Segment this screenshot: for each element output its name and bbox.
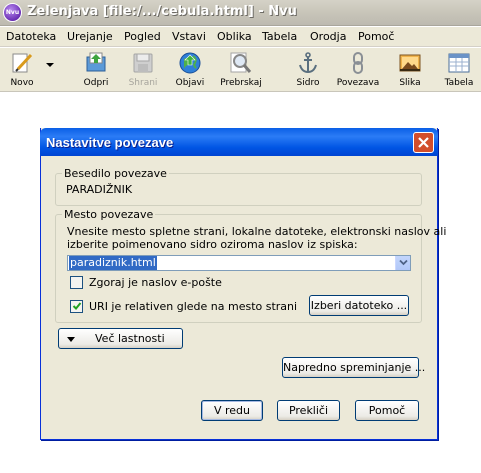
choose-file-button[interactable]: Izberi datoteko ... — [309, 295, 409, 316]
anchor-button-label: Sidro — [296, 78, 320, 88]
help-button[interactable]: Pomoč — [355, 400, 419, 421]
browse-button-label: Prebrskaj — [220, 78, 262, 88]
menu-urejanje[interactable]: Urejanje — [67, 30, 113, 43]
cancel-button[interactable]: Prekliči — [277, 400, 340, 421]
save-button[interactable]: Shrani — [123, 50, 163, 90]
url-combo-dropdown-button[interactable] — [395, 256, 410, 270]
table-button-label: Tabela — [444, 78, 474, 88]
open-button[interactable]: Odpri — [74, 50, 118, 90]
close-button[interactable] — [413, 132, 434, 153]
anchor-button[interactable]: Sidro — [290, 50, 326, 90]
table-button[interactable]: Tabela — [440, 50, 478, 90]
email-address-checkbox[interactable] — [70, 276, 83, 289]
menu-orodja[interactable]: Orodja — [310, 30, 346, 43]
location-instruction-line1: Vnesite mesto spletne strani, lokalne da… — [67, 225, 447, 238]
location-instruction-line2: izberite poimenovano sidro oziroma naslo… — [67, 238, 358, 251]
email-address-label: Zgoraj je naslov e-pošte — [89, 276, 222, 289]
relative-uri-checkbox[interactable] — [70, 300, 83, 313]
menu-pogled[interactable]: Pogled — [124, 30, 161, 43]
menu-oblika[interactable]: Oblika — [217, 30, 252, 43]
save-disk-icon — [133, 53, 153, 73]
save-button-label: Shrani — [128, 78, 158, 88]
browse-button[interactable]: Prebrskaj — [216, 50, 266, 90]
window-title: Zelenjava [file:/.../cebula.html] - Nvu — [27, 4, 297, 19]
expand-arrow-icon — [67, 337, 75, 342]
link-location-legend: Mesto povezave — [62, 208, 156, 221]
image-button-label: Slika — [399, 78, 421, 88]
url-input-value[interactable]: paradiznik.html — [69, 256, 157, 270]
link-properties-dialog: Nastavitve povezave Besedilo povezave PA… — [40, 128, 446, 440]
open-button-label: Odpri — [83, 78, 109, 88]
composition-toolbar: Novo Odpri Shrani Objavi Prebrskaj Sidro… — [0, 48, 481, 92]
publish-button[interactable]: Objavi — [170, 50, 210, 90]
dialog-title-bar[interactable]: Nastavitve povezave — [40, 128, 438, 156]
more-properties-label: Več lastnosti — [95, 332, 165, 345]
image-button[interactable]: Slika — [394, 50, 426, 90]
link-text-legend: Besedilo povezave — [62, 167, 169, 180]
link-text-group: Besedilo povezave PARADIŽNIK — [55, 167, 422, 206]
dialog-title: Nastavitve povezave — [46, 135, 174, 150]
new-page-pen-icon — [12, 53, 33, 73]
advanced-edit-button[interactable]: Napredno spreminjanje ... — [282, 357, 425, 378]
new-button-label: Novo — [10, 78, 34, 88]
relative-uri-label: URI je relativen glede na mesto strani — [89, 300, 298, 313]
image-icon — [399, 54, 421, 72]
table-icon — [448, 53, 470, 73]
publish-globe-icon — [179, 52, 201, 74]
chain-link-icon — [353, 52, 363, 74]
url-combo-input[interactable]: paradiznik.html — [67, 255, 411, 271]
menu-pomoc[interactable]: Pomoč — [358, 30, 394, 43]
link-text-value: PARADIŽNIK — [66, 183, 133, 196]
link-button-label: Povezava — [336, 78, 380, 88]
menu-tabela[interactable]: Tabela — [262, 30, 297, 43]
nvu-app-icon[interactable]: Nvu — [3, 3, 22, 22]
more-properties-button[interactable]: Več lastnosti — [58, 328, 183, 349]
menu-bar: Datoteka Urejanje Pogled Vstavi Oblika T… — [0, 27, 481, 47]
browse-magnifier-icon — [230, 52, 252, 73]
new-button[interactable]: Novo — [2, 50, 42, 90]
menu-vstavi[interactable]: Vstavi — [172, 30, 206, 43]
link-button[interactable]: Povezava — [334, 50, 382, 90]
close-icon — [418, 137, 429, 148]
publish-button-label: Objavi — [175, 78, 205, 88]
menu-datoteka[interactable]: Datoteka — [6, 30, 56, 43]
new-dropdown-arrow-icon[interactable] — [46, 63, 54, 67]
ok-button[interactable]: V redu — [201, 400, 263, 421]
checkmark-icon — [72, 302, 82, 310]
chevron-down-icon — [399, 259, 408, 266]
open-folder-icon — [86, 52, 106, 72]
window-title-bar[interactable]: Nvu Zelenjava [file:/.../cebula.html] - … — [0, 0, 481, 26]
anchor-icon — [299, 52, 317, 74]
